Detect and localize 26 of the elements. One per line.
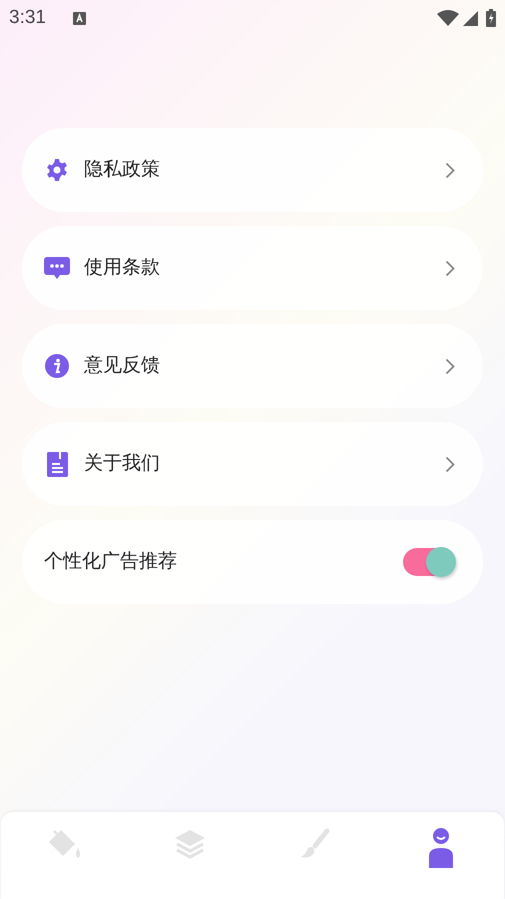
menu-label: 关于我们 — [84, 452, 160, 476]
info-icon — [45, 354, 69, 378]
menu-label: 意见反馈 — [84, 354, 160, 378]
toggle-switch[interactable] — [403, 548, 455, 576]
wifi-icon — [437, 10, 459, 26]
setting-row[interactable]: 个性化广告推荐 — [22, 520, 483, 604]
chevron-right-icon — [445, 358, 455, 374]
menu-item[interactable]: 关于我们 — [22, 422, 483, 506]
chevron-right-icon — [445, 260, 455, 276]
chevron-right-icon — [445, 456, 455, 472]
brush-icon — [299, 828, 332, 860]
signal-icon — [463, 10, 478, 26]
menu-label: 个性化广告推荐 — [44, 550, 177, 574]
layers-icon — [174, 828, 206, 860]
battery-icon — [486, 9, 496, 27]
menu-item[interactable]: 使用条款 — [22, 226, 483, 310]
menu-item[interactable]: 隐私政策 — [22, 128, 483, 212]
keyboard-icon — [72, 12, 86, 24]
menu-label: 使用条款 — [84, 256, 160, 280]
menu-item[interactable]: 意见反馈 — [22, 324, 483, 408]
chat-icon — [44, 257, 70, 279]
status-time: 3:31 — [9, 6, 46, 30]
gear-icon — [45, 158, 69, 182]
chevron-right-icon — [445, 162, 455, 178]
menu-label: 隐私政策 — [84, 158, 160, 182]
document-icon — [46, 452, 68, 476]
